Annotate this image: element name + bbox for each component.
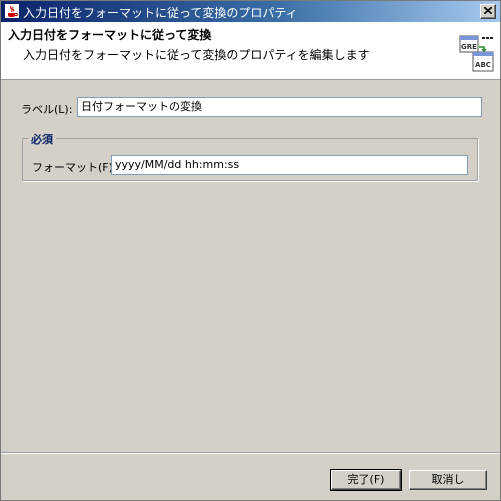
label-input[interactable]: 日付フォーマットの変換 (77, 97, 482, 117)
page-title: 入力日付をフォーマットに従って変換 (8, 28, 212, 42)
java-cup-icon (5, 4, 19, 18)
close-button[interactable] (480, 4, 496, 19)
date-convert-icon: GRE ABC (459, 35, 495, 73)
close-icon (484, 7, 492, 14)
properties-dialog: 入力日付をフォーマットに従って変換のプロパティ 入力日付をフォーマットに従って変… (0, 0, 501, 501)
finish-button[interactable]: 完了(F) (330, 469, 402, 491)
label-field-caption: ラベル(L): (21, 103, 73, 116)
svg-text:ABC: ABC (475, 61, 491, 69)
page-description: 入力日付をフォーマットに従って変換のプロパティを編集します (23, 48, 370, 62)
window-title: 入力日付をフォーマットに従って変換のプロパティ (23, 6, 298, 20)
format-input[interactable]: yyyy/MM/dd hh:mm:ss (111, 155, 468, 175)
header-banner: 入力日付をフォーマットに従って変換 入力日付をフォーマットに従って変換のプロパテ… (1, 22, 500, 80)
svg-text:GRE: GRE (461, 43, 477, 51)
required-group-legend: 必須 (28, 131, 56, 147)
title-bar[interactable]: 入力日付をフォーマットに従って変換のプロパティ (1, 1, 500, 22)
label-row: ラベル(L): 日付フォーマットの変換 (21, 97, 482, 119)
required-group: 必須 フォーマット(F): yyyy/MM/dd hh:mm:ss (22, 131, 478, 181)
cancel-button[interactable]: 取消し (409, 470, 487, 490)
format-field-caption: フォーマット(F): (32, 161, 117, 174)
footer-separator (1, 452, 500, 454)
